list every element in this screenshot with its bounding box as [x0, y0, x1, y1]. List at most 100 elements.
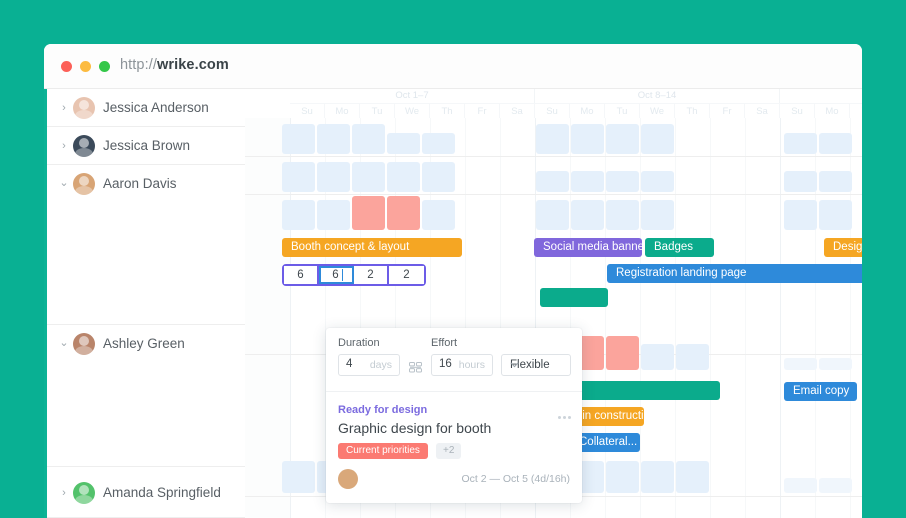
task-tag-more[interactable]: +2 — [436, 443, 461, 459]
workload-cell[interactable] — [422, 200, 455, 230]
workload-cell[interactable] — [784, 478, 817, 493]
workload-cell[interactable] — [317, 200, 350, 230]
workload-cell[interactable] — [676, 461, 709, 493]
duration-value: 4 — [346, 358, 352, 370]
person-row[interactable]: › Jessica Brown — [47, 127, 245, 165]
workload-cell[interactable] — [282, 461, 315, 493]
effort-cell[interactable]: 6 — [319, 266, 354, 284]
day-of-week-header: Tu — [605, 103, 640, 118]
workload-cell[interactable] — [352, 124, 385, 154]
workload-cell[interactable] — [641, 344, 674, 370]
workload-cell[interactable] — [536, 171, 569, 192]
workload-cell[interactable] — [422, 133, 455, 154]
expand-toggle-icon[interactable]: › — [59, 142, 69, 150]
task-dates: Oct 2 — Oct 5 (4d/16h) — [461, 473, 570, 485]
effort-label: Effort — [431, 337, 457, 349]
person-row[interactable]: ›Amanda Springfield — [47, 467, 245, 518]
workload-cell[interactable] — [819, 171, 852, 192]
person-name: Jessica Brown — [103, 138, 190, 153]
day-of-week-header: Su — [535, 103, 570, 118]
more-options-icon[interactable] — [556, 406, 571, 424]
task-tag[interactable]: Current priorities — [338, 443, 428, 459]
workload-cell[interactable] — [282, 124, 315, 154]
workload-cell[interactable] — [282, 162, 315, 192]
workload-cell[interactable] — [536, 124, 569, 154]
workload-cell[interactable] — [317, 124, 350, 154]
workload-cell[interactable] — [282, 200, 315, 230]
task-bar[interactable]: Registration landing page — [607, 264, 862, 283]
workload-cell-overloaded[interactable] — [606, 336, 639, 370]
workload-cell[interactable] — [641, 200, 674, 230]
workload-cell[interactable] — [819, 133, 852, 154]
person-row[interactable]: ›Jessica Anderson — [47, 89, 245, 127]
window-minimize-button[interactable] — [80, 61, 91, 72]
url-domain: wrike.com — [157, 57, 229, 73]
person-row[interactable]: ⌄ Ashley Green — [47, 325, 245, 467]
effort-editor[interactable]: 6622 — [282, 264, 426, 286]
workload-cell[interactable] — [676, 344, 709, 370]
workload-cell[interactable] — [571, 200, 604, 230]
person-row[interactable]: ⌄Aaron Davis — [47, 165, 245, 325]
day-of-week-header: Mo — [325, 103, 360, 118]
schedule-mode-select[interactable]: Flexible — [501, 354, 571, 376]
grid-line — [675, 118, 676, 518]
workload-cell[interactable] — [641, 461, 674, 493]
workload-cell[interactable] — [571, 171, 604, 192]
workload-cell[interactable] — [387, 162, 420, 192]
expand-toggle-icon[interactable]: › — [59, 489, 69, 497]
workload-cell[interactable] — [819, 358, 852, 370]
workload-cell[interactable] — [606, 124, 639, 154]
workload-cell[interactable] — [422, 162, 455, 192]
link-duration-effort-icon[interactable] — [409, 360, 422, 378]
workload-cell-overloaded[interactable] — [352, 196, 385, 230]
workload-cell[interactable] — [387, 133, 420, 154]
workload-cell[interactable] — [606, 171, 639, 192]
effort-field[interactable]: 16 hours — [431, 354, 493, 376]
timeline-header: Oct 1–7SuMoTuWeThFrSaOct 8–14SuMoTuWeThF… — [245, 89, 862, 118]
workload-cell[interactable] — [641, 171, 674, 192]
workload-cell[interactable] — [606, 200, 639, 230]
effort-cell[interactable]: 2 — [354, 266, 389, 284]
workload-cell[interactable] — [784, 133, 817, 154]
browser-window: http://wrike.com ›Jessica Anderson›Jessi… — [44, 44, 862, 518]
task-bar[interactable] — [540, 288, 608, 307]
task-title[interactable]: Graphic design for booth — [338, 420, 491, 436]
duration-field[interactable]: 4 days — [338, 354, 400, 376]
duration-label: Duration — [338, 337, 380, 349]
workload-cell[interactable] — [536, 200, 569, 230]
task-bar[interactable]: Badges — [645, 238, 714, 257]
workload-cell[interactable] — [784, 358, 817, 370]
effort-cell[interactable]: 2 — [389, 266, 424, 284]
task-assignee-avatar[interactable] — [338, 469, 358, 489]
workload-cell[interactable] — [317, 162, 350, 192]
workload-cell[interactable] — [819, 478, 852, 493]
task-bar[interactable]: Email copy — [784, 382, 857, 401]
expand-toggle-icon[interactable]: ⌄ — [59, 339, 69, 347]
workload-cell[interactable] — [819, 200, 852, 230]
day-of-week-header: Mo — [815, 103, 850, 118]
workload-cell[interactable] — [641, 124, 674, 154]
workload-cell[interactable] — [352, 162, 385, 192]
task-card[interactable]: Ready for design Graphic design for boot… — [326, 392, 582, 503]
window-close-button[interactable] — [61, 61, 72, 72]
workload-cell[interactable] — [784, 171, 817, 192]
expand-toggle-icon[interactable]: › — [59, 104, 69, 112]
task-bar[interactable]: Booth concept & layout — [282, 238, 462, 257]
effort-unit: hours — [459, 359, 485, 371]
day-of-week-header: Su — [290, 103, 325, 118]
task-bar[interactable]: Design — [824, 238, 862, 257]
day-of-week-header: Mo — [570, 103, 605, 118]
address-bar[interactable]: http://wrike.com — [120, 57, 229, 73]
workload-cell[interactable] — [784, 200, 817, 230]
expand-toggle-icon[interactable]: ⌄ — [59, 179, 69, 187]
task-status[interactable]: Ready for design — [338, 404, 427, 416]
task-bar[interactable]: Social media banners — [534, 238, 642, 257]
workload-cell[interactable] — [571, 124, 604, 154]
effort-cell[interactable]: 6 — [284, 266, 319, 284]
row-divider — [245, 194, 862, 195]
workload-cell-overloaded[interactable] — [387, 196, 420, 230]
person-name: Ashley Green — [103, 336, 185, 351]
window-maximize-button[interactable] — [99, 61, 110, 72]
workload-cell[interactable] — [606, 461, 639, 493]
day-of-week-header: Tu — [360, 103, 395, 118]
